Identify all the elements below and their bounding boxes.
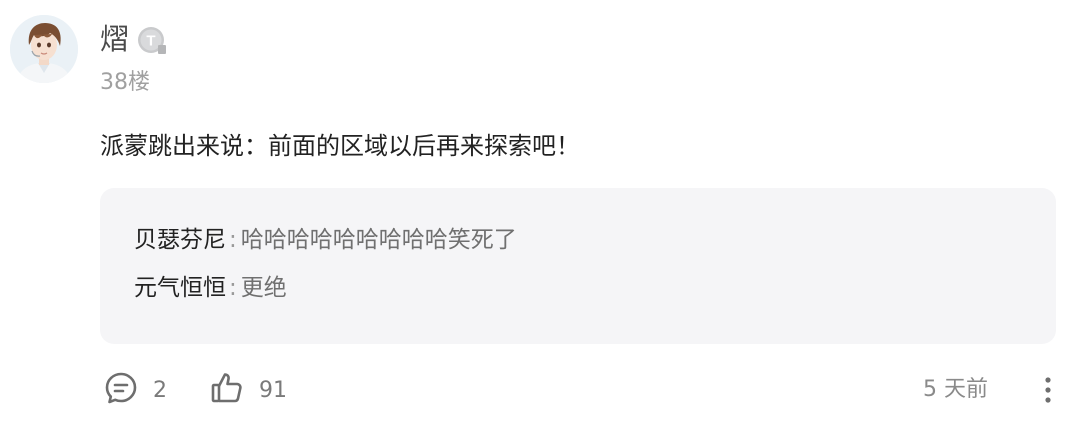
floor-number: 38楼	[100, 70, 150, 95]
timestamp: 5 天前	[923, 377, 988, 402]
comment-icon	[103, 370, 139, 410]
action-bar: 2 91 5 天前	[0, 368, 1080, 412]
reply-item[interactable]: 贝瑟芬尼: 哈哈哈哈哈哈哈哈哈笑死了	[134, 222, 517, 258]
like-count: 91	[259, 377, 287, 403]
comment-count: 2	[153, 377, 167, 403]
reply-text: 更绝	[240, 275, 287, 301]
reply-text: 哈哈哈哈哈哈哈哈哈笑死了	[240, 227, 517, 253]
post-content: 派蒙跳出来说：前面的区域以后再来探索吧！	[100, 132, 580, 160]
badge-letter: T	[146, 33, 155, 50]
like-button[interactable]: 91	[209, 368, 287, 412]
thumbs-up-icon	[209, 370, 245, 410]
reply-author[interactable]: 贝瑟芬尼	[134, 227, 226, 253]
reply-separator: :	[229, 275, 237, 301]
reply-author[interactable]: 元气恒恒	[134, 275, 226, 301]
comment-post: 熠 T 38楼 派蒙跳出来说：前面的区域以后再来探索吧！ 贝瑟芬尼: 哈哈哈哈哈哈…	[0, 0, 1080, 427]
reply-separator: :	[229, 227, 237, 253]
more-vertical-icon[interactable]	[1036, 368, 1060, 412]
level-badge-icon: T	[137, 26, 167, 56]
reply-box[interactable]: 贝瑟芬尼: 哈哈哈哈哈哈哈哈哈笑死了 元气恒恒: 更绝	[100, 188, 1056, 344]
username[interactable]: 熠	[100, 18, 129, 60]
comment-button[interactable]: 2	[103, 368, 167, 412]
reply-item[interactable]: 元气恒恒: 更绝	[134, 270, 287, 306]
avatar[interactable]	[10, 15, 78, 83]
